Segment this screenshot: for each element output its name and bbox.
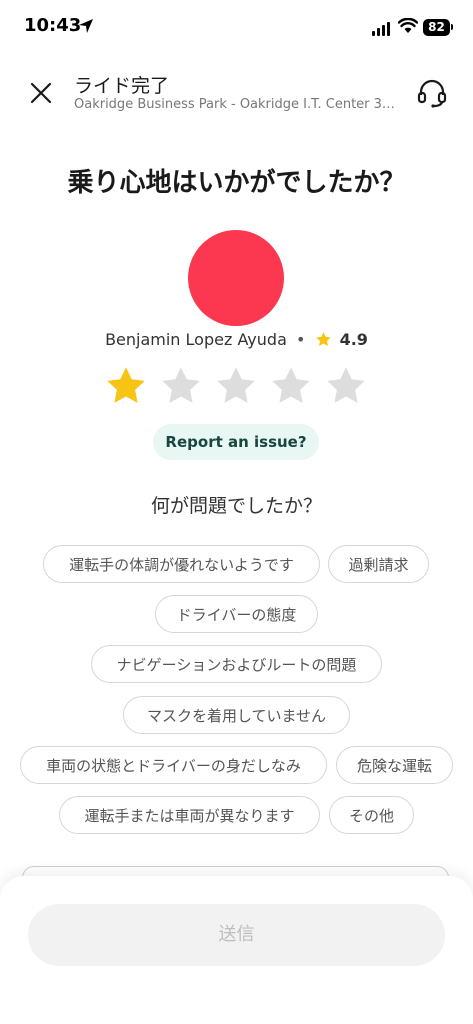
driver-avatar — [188, 230, 284, 326]
star-rating — [104, 364, 370, 408]
wifi-icon — [398, 18, 418, 33]
close-button[interactable] — [26, 78, 56, 108]
battery-indicator: 82 — [423, 19, 450, 36]
support-button[interactable] — [415, 76, 449, 110]
issue-chip[interactable]: その他 — [329, 796, 414, 834]
driver-name: Benjamin Lopez Ayuda — [105, 330, 287, 349]
issue-chip[interactable]: ナビゲーションおよびルートの問題 — [91, 645, 382, 683]
headset-icon — [417, 79, 447, 108]
star-icon[interactable] — [324, 364, 368, 408]
issue-question: 何が問題でしたか？ — [150, 495, 322, 517]
issue-chip[interactable]: マスクを着用していません — [123, 696, 350, 734]
issue-chip[interactable]: 過剰請求 — [328, 545, 429, 583]
close-icon — [30, 82, 52, 104]
star-icon — [315, 332, 331, 347]
star-icon[interactable] — [104, 364, 148, 408]
header-title: ライド完了 — [74, 75, 170, 97]
issue-chip[interactable]: 危険な運転 — [336, 746, 453, 784]
separator-dot: • — [295, 330, 306, 349]
driver-info: Benjamin Lopez Ayuda • 4.9 — [0, 330, 473, 349]
issue-chip[interactable]: 車両の状態とドライバーの身だしなみ — [20, 746, 327, 784]
submit-button[interactable]: 送信 — [28, 904, 445, 966]
rating-question: 乗り心地はいかがでしたか？ — [67, 168, 406, 198]
report-issue-button[interactable]: Report an issue? — [153, 424, 319, 460]
star-icon[interactable] — [269, 364, 313, 408]
location-arrow-icon — [79, 19, 93, 33]
star-icon[interactable] — [159, 364, 203, 408]
ride-header: ライド完了 Oakridge Business Park - Oakridge … — [0, 56, 473, 136]
cellular-signal-icon — [372, 22, 390, 36]
star-icon[interactable] — [214, 364, 258, 408]
issue-chip[interactable]: ドライバーの態度 — [155, 595, 318, 633]
issue-chip[interactable]: 運転手または車両が異なります — [59, 796, 320, 834]
bottom-action-bar: 送信 — [0, 876, 473, 1024]
trip-route: Oakridge Business Park - Oakridge I.T. C… — [74, 97, 395, 112]
battery-tip — [451, 24, 453, 30]
driver-rating: 4.9 — [339, 330, 368, 349]
status-bar: 10:43 82 — [0, 0, 473, 56]
issue-chip[interactable]: 運転手の体調が優れないようです — [43, 545, 320, 583]
status-time: 10:43 — [24, 15, 82, 36]
